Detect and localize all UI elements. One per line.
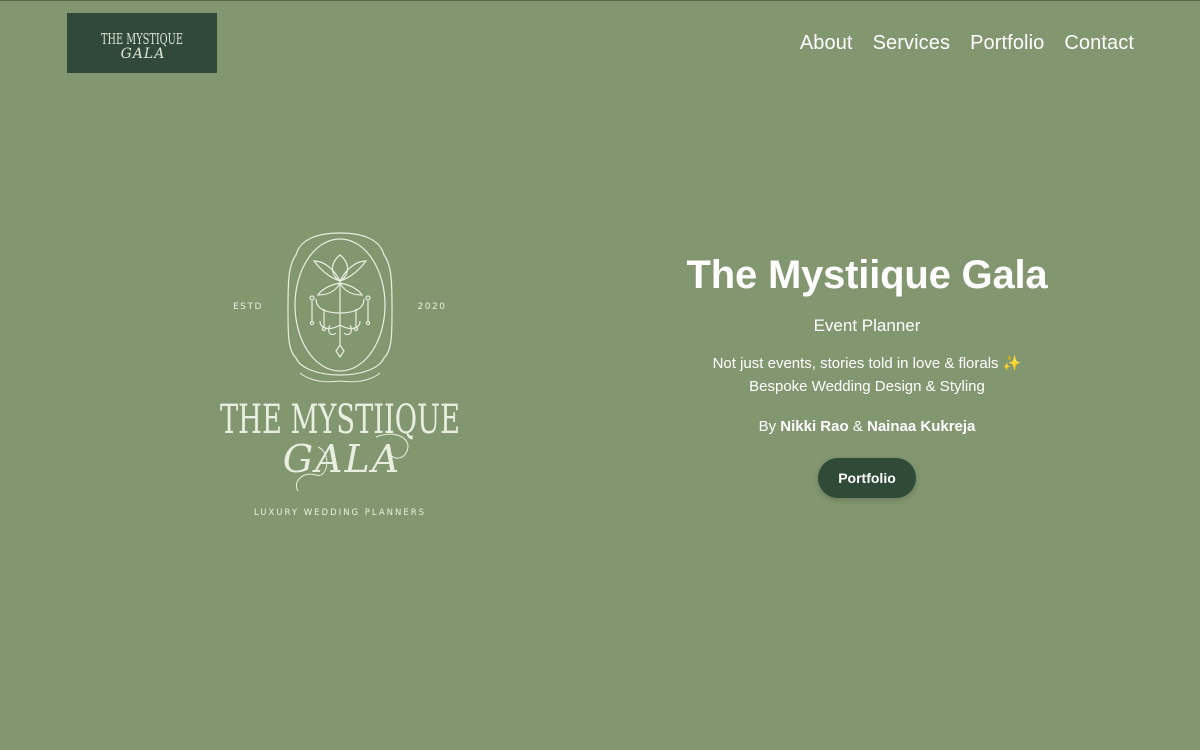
emblem-graphic: ESTD 2020 THE MYSTIIQUE GALA LUXURY WEDD… [220,232,460,518]
emblem-year: 2020 [418,302,447,312]
header-logo-wordmark: THE MYSTIQUE GALA [101,30,183,62]
hero-tagline: Not just events, stories told in love & … [617,352,1117,398]
hero-title: The Mystiique Gala [686,253,1048,297]
hero-subtitle: Event Planner [813,316,921,335]
hero-emblem: ESTD 2020 THE MYSTIIQUE GALA LUXURY WEDD… [200,225,480,525]
emblem-tagline: LUXURY WEDDING PLANNERS [254,508,426,518]
top-border [0,0,1200,1]
emblem-name-line2: GALA [283,437,401,481]
header-logo[interactable]: THE MYSTIQUE GALA [67,13,217,73]
portfolio-button[interactable]: Portfolio [818,458,916,498]
founder-name-2: Nainaa Kukreja [867,418,976,435]
founder-name-1: Nikki Rao [780,418,849,435]
byline-prefix: By [758,418,777,435]
hero-tagline-line1: Not just events, stories told in love & … [712,355,999,372]
hero-tagline-line2: Bespoke Wedding Design & Styling [749,378,985,395]
byline-joiner: & [852,418,863,435]
nav-services[interactable]: Services [873,31,951,55]
hero-byline: By Nikki Rao & Nainaa Kukreja [617,417,1117,437]
nav-contact[interactable]: Contact [1064,31,1134,55]
hero-text-block: The Mystiique Gala Event Planner Not jus… [617,250,1117,498]
nav-about[interactable]: About [800,31,853,55]
header-logo-line2: GALA [121,46,166,62]
emblem-estd-label: ESTD [233,302,263,312]
nav-portfolio[interactable]: Portfolio [970,31,1044,55]
sparkle-icon: ✨ [1002,355,1022,372]
main-nav: About Services Portfolio Contact [800,31,1134,55]
